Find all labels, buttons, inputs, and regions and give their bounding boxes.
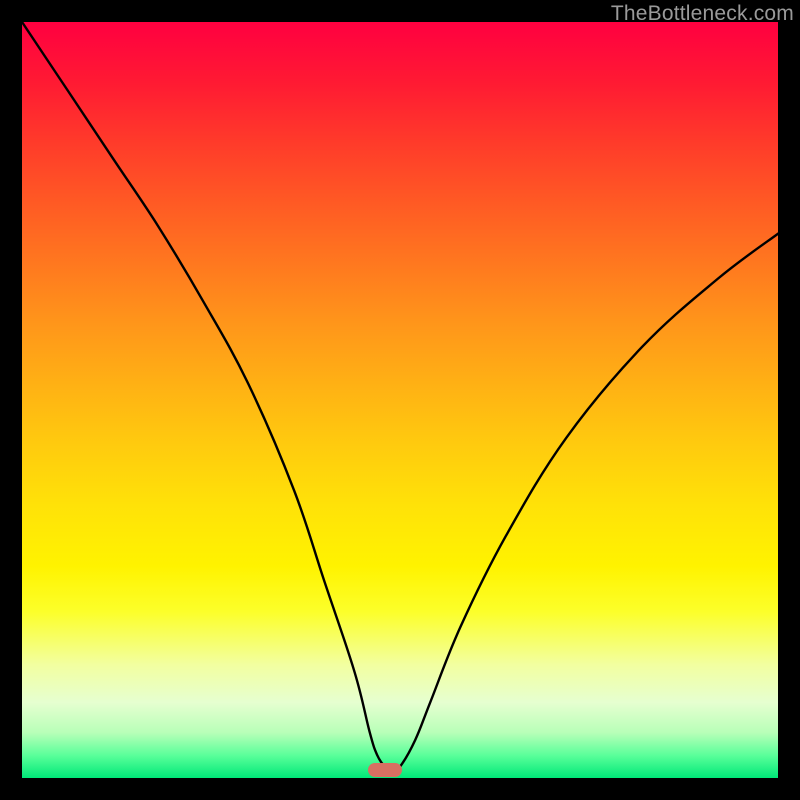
chart-frame: TheBottleneck.com [0, 0, 800, 800]
bottleneck-curve [22, 22, 778, 778]
plot-area [22, 22, 778, 778]
watermark-text: TheBottleneck.com [611, 2, 794, 26]
optimum-marker [368, 763, 402, 777]
